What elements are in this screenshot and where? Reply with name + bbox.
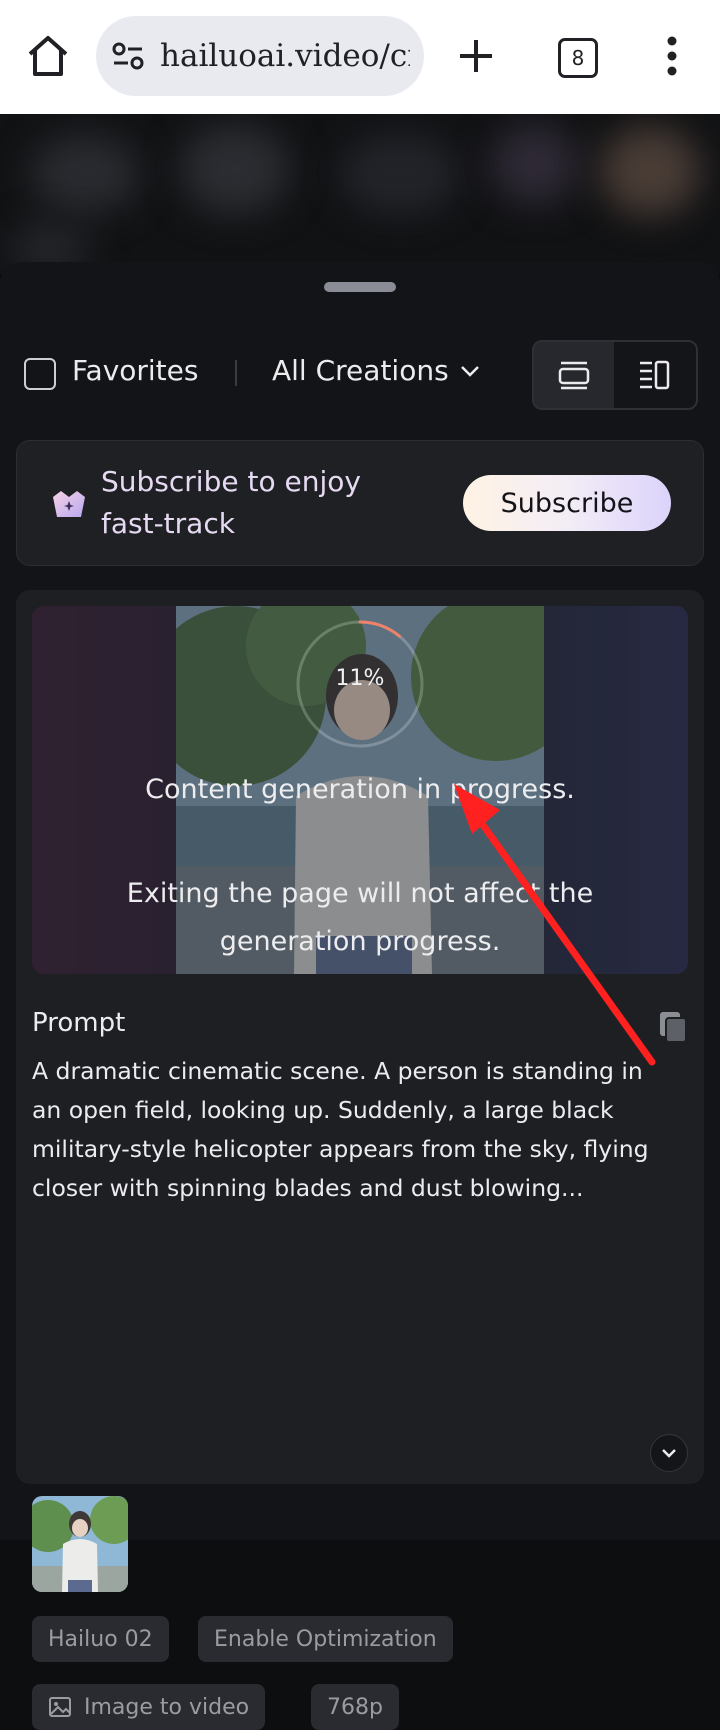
drag-handle[interactable] <box>324 282 396 292</box>
single-view-button[interactable] <box>534 342 614 408</box>
expand-prompt-button[interactable] <box>650 1434 688 1472</box>
subscribe-text: Subscribe to enjoy fast-track <box>101 465 361 540</box>
favorites-checkbox[interactable] <box>24 358 56 390</box>
video-preview[interactable]: 11% Content generation in progress. Exit… <box>32 606 688 974</box>
toolbar-divider <box>235 360 237 386</box>
home-icon[interactable] <box>22 30 74 82</box>
generation-info: Exiting the page will not affect the gen… <box>126 878 594 957</box>
site-info-icon[interactable] <box>112 42 144 70</box>
creation-card: 11% Content generation in progress. Exit… <box>16 590 704 1730</box>
resolution-tag: 768p <box>311 1684 399 1730</box>
view-mode-toggle <box>532 340 698 410</box>
progress-percent: 11% <box>335 666 385 691</box>
list-view-button[interactable] <box>614 342 694 408</box>
creations-filter-label: All Creations <box>272 354 449 387</box>
subscribe-button[interactable]: Subscribe <box>463 475 671 531</box>
model-tag: Hailuo 02 <box>32 1616 169 1662</box>
generation-status: Content generation in progress. <box>145 774 575 805</box>
reference-image[interactable] <box>32 1496 128 1592</box>
copy-icon[interactable] <box>658 1010 688 1044</box>
browser-toolbar: hailuoai.video/cre 8 <box>0 0 720 115</box>
more-vert-icon[interactable] <box>656 34 688 78</box>
mode-tag-label: Image to video <box>84 1694 250 1720</box>
favorites-label[interactable]: Favorites <box>72 354 198 387</box>
address-bar[interactable]: hailuoai.video/cre <box>96 16 424 96</box>
subscribe-banner: Subscribe to enjoy fast-track Subscribe <box>16 440 704 566</box>
creations-filter-dropdown[interactable]: All Creations <box>272 354 481 387</box>
optimization-tag: Enable Optimization <box>198 1616 453 1662</box>
prompt-title: Prompt <box>32 1008 126 1038</box>
creations-sheet: Favorites All Creations Subscribe to enj… <box>0 262 720 1730</box>
crown-icon <box>53 491 85 517</box>
url-text[interactable]: hailuoai.video/cre <box>160 38 410 74</box>
mode-tag: Image to video <box>32 1684 266 1730</box>
plus-icon[interactable] <box>452 30 500 82</box>
chevron-down-icon <box>460 365 479 377</box>
tab-switcher-button[interactable]: 8 <box>558 38 598 78</box>
list-view-icon <box>640 360 670 390</box>
blurred-background <box>0 114 720 274</box>
single-view-icon <box>558 361 590 390</box>
chevron-down-icon <box>662 1449 676 1458</box>
image-icon <box>49 1697 71 1717</box>
prompt-text: A dramatic cinematic scene. A person is … <box>32 1057 649 1202</box>
